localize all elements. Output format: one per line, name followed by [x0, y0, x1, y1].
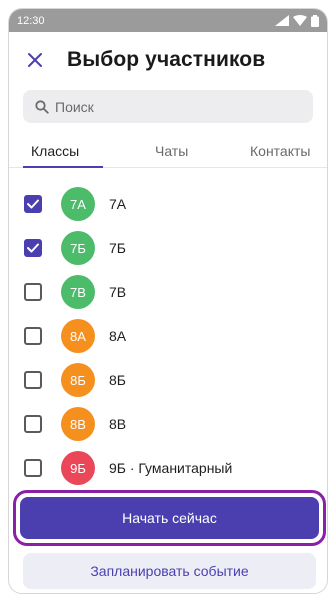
search-icon	[35, 99, 49, 114]
checkbox[interactable]	[24, 327, 42, 345]
tab-bar: Классы Чаты Контакты	[9, 135, 327, 168]
list-item[interactable]: 8А 8А	[9, 314, 327, 358]
close-button[interactable]	[23, 48, 47, 72]
avatar: 7А	[61, 187, 95, 221]
tab-classes[interactable]: Классы	[31, 135, 79, 159]
participant-list: 7А 7А 7Б 7Б 7В 7В 8А 8А 8Б 8Б 8В 8В 9Б 9Б · Гуманитар…	[9, 168, 327, 490]
checkbox[interactable]	[24, 459, 42, 477]
list-item[interactable]: 7А 7А	[9, 182, 327, 226]
status-icons	[275, 14, 319, 27]
checkbox-checked[interactable]	[24, 195, 42, 213]
list-item-label: 7А	[109, 196, 127, 212]
check-icon	[27, 199, 39, 209]
wifi-icon	[293, 15, 307, 26]
avatar: 7Б	[61, 231, 95, 265]
checkbox[interactable]	[24, 283, 42, 301]
list-item-label: 8В	[109, 416, 127, 432]
app-header: Выбор участников	[9, 32, 327, 87]
avatar: 8Б	[61, 363, 95, 397]
tab-chats[interactable]: Чаты	[155, 135, 188, 159]
list-item-label: 7Б	[109, 240, 126, 256]
close-icon	[28, 52, 42, 67]
tab-contacts[interactable]: Контакты	[250, 135, 310, 159]
checkbox[interactable]	[24, 415, 42, 433]
checkbox-checked[interactable]	[24, 239, 42, 257]
signal-icon	[275, 15, 289, 26]
phone-screen: 12:30 Выбор участников Поиск Классы Чаты…	[8, 8, 328, 594]
avatar: 7В	[61, 275, 95, 309]
avatar: 8В	[61, 407, 95, 441]
check-icon	[27, 243, 39, 253]
list-item-label: 7В	[109, 284, 127, 300]
checkbox[interactable]	[24, 371, 42, 389]
list-item-label: 9Б · Гуманитарный	[109, 460, 233, 476]
avatar: 8А	[61, 319, 95, 353]
list-item[interactable]: 9Б 9Б · Гуманитарный	[9, 446, 327, 490]
status-bar: 12:30	[9, 9, 327, 32]
list-item-label: 8А	[109, 328, 127, 344]
page-title: Выбор участников	[67, 47, 266, 71]
active-tab-indicator	[23, 166, 103, 168]
highlight-frame: Начать сейчас	[13, 490, 326, 546]
search-input[interactable]: Поиск	[23, 90, 313, 123]
battery-icon	[311, 14, 319, 27]
status-time: 12:30	[17, 14, 45, 27]
list-item-label: 8Б	[109, 372, 126, 388]
list-item[interactable]: 7Б 7Б	[9, 226, 327, 270]
list-item[interactable]: 8В 8В	[9, 402, 327, 446]
avatar: 9Б	[61, 451, 95, 485]
schedule-event-button[interactable]: Запланировать событие	[23, 553, 316, 589]
list-item[interactable]: 7В 7В	[9, 270, 327, 314]
start-now-button[interactable]: Начать сейчас	[20, 497, 319, 539]
search-placeholder: Поиск	[55, 98, 94, 115]
list-item[interactable]: 8Б 8Б	[9, 358, 327, 402]
